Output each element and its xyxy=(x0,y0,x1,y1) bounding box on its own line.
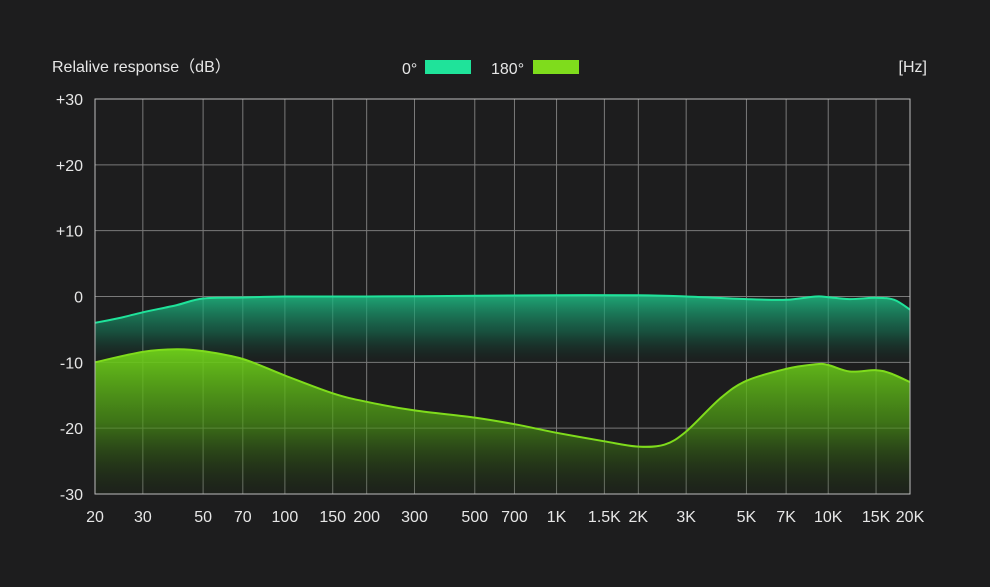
series-areas xyxy=(95,295,910,494)
legend-swatch-0deg xyxy=(425,60,471,74)
x-tick-label: 300 xyxy=(401,509,428,526)
x-tick-label: 3K xyxy=(676,509,696,526)
x-tick-label: 7K xyxy=(776,509,796,526)
y-tick-label: -10 xyxy=(60,355,83,372)
x-tick-label: 30 xyxy=(134,509,152,526)
x-tick-label: 700 xyxy=(501,509,528,526)
x-tick-labels: 20 30 50 70 100 150 200 300 500 700 1K 1.5K 2K 3K 5K 7K… xyxy=(86,509,924,526)
x-tick-label: 50 xyxy=(194,509,212,526)
x-tick-label: 5K xyxy=(737,509,757,526)
legend-label-0deg: 0° xyxy=(402,61,417,78)
x-tick-label: 1K xyxy=(547,509,567,526)
legend: 0° 180° xyxy=(402,60,579,78)
series-area-0deg xyxy=(95,295,910,363)
y-tick-label: -20 xyxy=(60,421,83,438)
y-tick-label: 0 xyxy=(74,290,83,307)
y-tick-labels: +30 +20 +10 0 -10 -20 -30 xyxy=(56,92,83,504)
x-tick-label: 10K xyxy=(814,509,843,526)
x-tick-label: 500 xyxy=(461,509,488,526)
x-tick-label: 100 xyxy=(272,509,299,526)
x-tick-label: 2K xyxy=(629,509,649,526)
legend-swatch-180deg xyxy=(533,60,579,74)
y-tick-label: +10 xyxy=(56,224,83,241)
x-tick-label: 1.5K xyxy=(588,509,621,526)
x-tick-label: 150 xyxy=(319,509,346,526)
x-axis-unit: [Hz] xyxy=(899,59,927,76)
y-tick-label: -30 xyxy=(60,487,83,504)
y-axis-title: Relalive response（dB） xyxy=(52,58,231,76)
frequency-response-chart: Relalive response（dB） [Hz] 0° 180° +30 +2… xyxy=(52,58,927,526)
x-tick-label: 20 xyxy=(86,509,104,526)
x-tick-label: 20K xyxy=(896,509,925,526)
y-tick-label: +20 xyxy=(56,158,83,175)
x-tick-label: 15K xyxy=(862,509,891,526)
x-tick-label: 200 xyxy=(353,509,380,526)
y-tick-label: +30 xyxy=(56,92,83,109)
legend-label-180deg: 180° xyxy=(491,61,524,78)
x-tick-label: 70 xyxy=(234,509,252,526)
